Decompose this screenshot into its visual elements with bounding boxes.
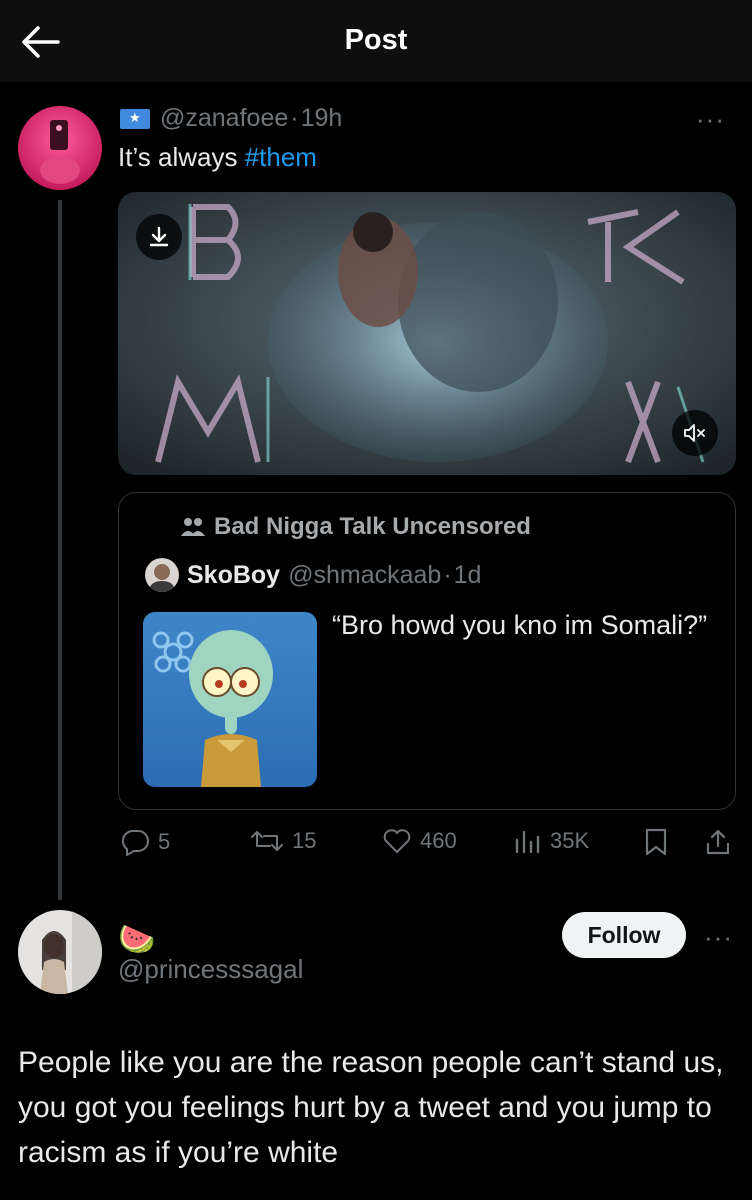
quote-author-name[interactable]: SkoBoy xyxy=(187,561,280,590)
heart-icon xyxy=(383,829,411,853)
separator: · xyxy=(443,560,452,589)
flag-icon xyxy=(120,108,150,129)
post-handle[interactable]: @zanafoee xyxy=(160,104,288,133)
avatar[interactable] xyxy=(18,106,102,190)
quote-header: SkoBoy @shmackaab · 1d xyxy=(145,558,481,592)
reply-text: People like you are the reason people ca… xyxy=(18,1046,724,1169)
views-icon xyxy=(515,830,540,854)
views-action[interactable]: 35K xyxy=(512,828,589,854)
reply-emoji: 🍉 xyxy=(118,923,156,956)
like-count: 460 xyxy=(420,828,457,853)
post-video[interactable] xyxy=(118,192,736,475)
share-icon[interactable] xyxy=(704,828,732,856)
community-icon xyxy=(181,518,205,536)
reply-more-options-icon[interactable]: ··· xyxy=(704,922,733,953)
community-label[interactable]: Bad Nigga Talk Uncensored xyxy=(180,513,531,541)
repost-action[interactable]: 15 xyxy=(250,828,316,854)
post-time[interactable]: 19h xyxy=(301,104,343,133)
follow-button[interactable]: Follow xyxy=(562,912,686,958)
community-name: Bad Nigga Talk Uncensored xyxy=(214,513,531,540)
separator: · xyxy=(290,104,299,132)
hashtag-link[interactable]: #them xyxy=(245,142,317,172)
quote-avatar[interactable] xyxy=(145,558,179,592)
repost-count: 15 xyxy=(292,828,317,853)
post-meta: @zanafoee·19h xyxy=(120,104,342,133)
mute-icon[interactable] xyxy=(672,410,718,456)
quote-text: “Bro howd you kno im Somali?” xyxy=(332,610,708,640)
thread-line xyxy=(58,200,62,900)
like-action[interactable]: 460 xyxy=(382,828,457,854)
post-text: It’s always #them xyxy=(118,142,317,173)
more-options-icon[interactable]: ··· xyxy=(696,104,725,135)
quote-time: 1d xyxy=(453,560,482,589)
reply-handle[interactable]: @princesssagal xyxy=(118,954,303,985)
repost-icon xyxy=(251,831,283,851)
reply-action[interactable]: 5 xyxy=(120,828,170,856)
post-text-body: It’s always xyxy=(118,142,245,172)
quote-author-handle[interactable]: @shmackaab xyxy=(288,561,441,590)
reply-avatar[interactable] xyxy=(18,910,102,994)
page-title: Post xyxy=(344,24,408,56)
download-icon[interactable] xyxy=(136,214,182,260)
quote-image[interactable] xyxy=(143,612,317,787)
reply-icon xyxy=(121,830,149,856)
bookmark-icon[interactable] xyxy=(644,828,668,856)
view-count: 35K xyxy=(550,828,590,853)
reply-count: 5 xyxy=(158,829,171,854)
